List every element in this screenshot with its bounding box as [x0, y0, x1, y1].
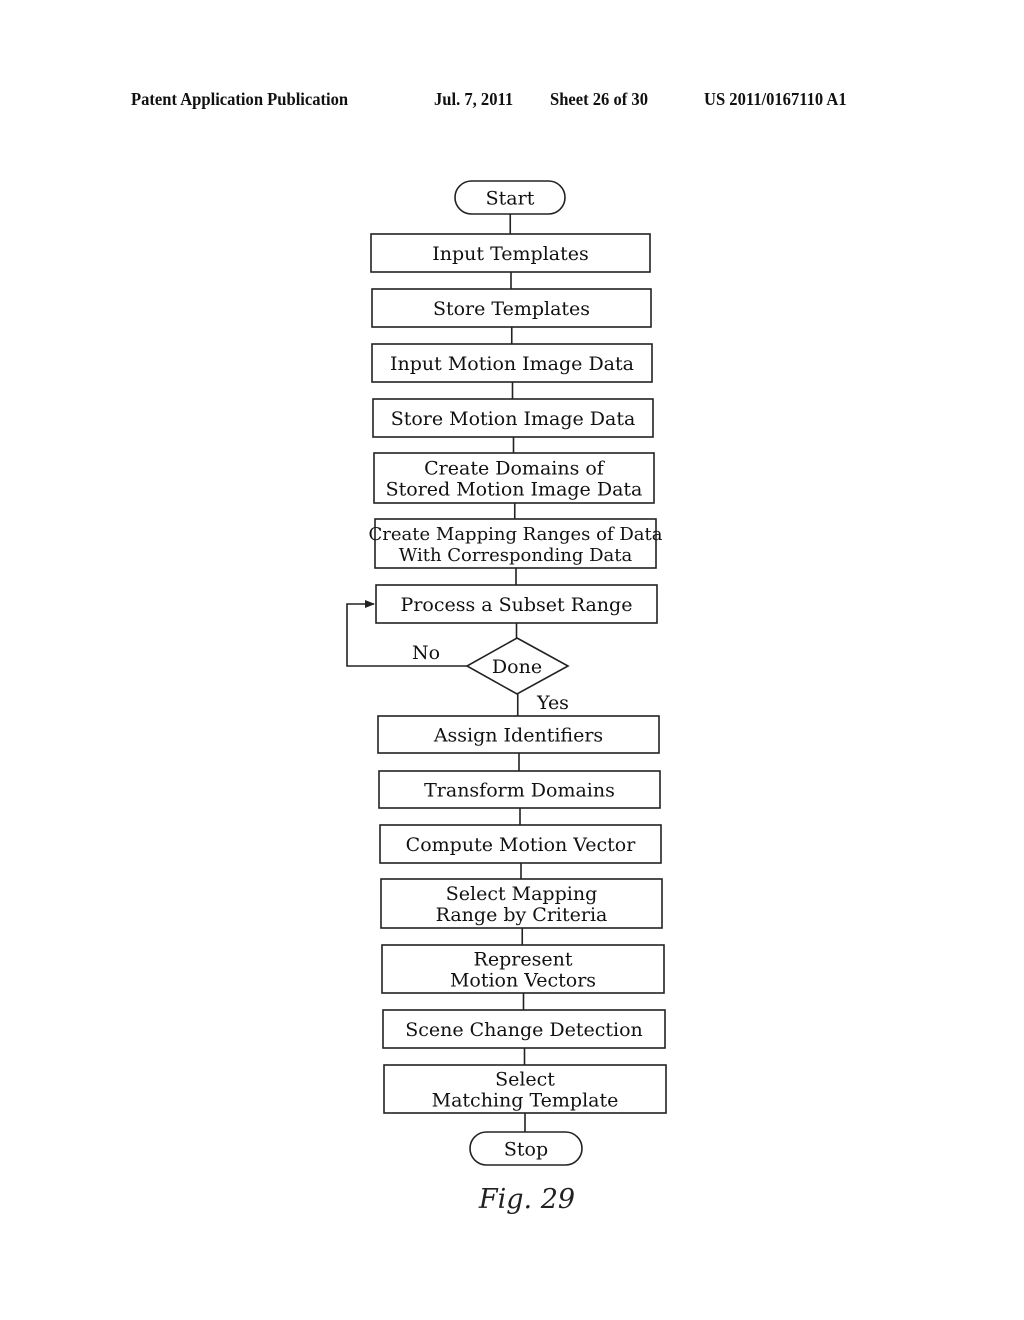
step-create-mapping-ranges-of-data-with-corresponding-data: Create Mapping Ranges of DataWith Corres… [369, 518, 663, 569]
step-label-line: Motion Vectors [450, 970, 596, 992]
step-label-line: Input Templates [432, 243, 588, 265]
step-label-line: With Corresponding Data [399, 545, 633, 566]
step-label-line: Store Motion Image Data [391, 408, 636, 430]
no-label: No [412, 642, 440, 664]
step-label-line: Select Mapping [446, 883, 597, 905]
step-create-domains-of-stored-motion-image-data: Create Domains ofStored Motion Image Dat… [373, 452, 655, 504]
start-terminal-label: Start [486, 188, 535, 210]
step-store-motion-image-data: Store Motion Image Data [372, 398, 654, 438]
step-label-line: Scene Change Detection [405, 1019, 643, 1041]
stop-terminal: Stop [469, 1131, 583, 1166]
step-label-line: Process a Subset Range [401, 594, 633, 616]
step-label-line: Store Templates [433, 298, 590, 320]
step-label-line: Transform Domains [424, 780, 615, 802]
figure-label: Fig. 29 [478, 1184, 575, 1215]
step-select-matching-template: SelectMatching Template [383, 1064, 667, 1114]
flowchart: Start Input Templates Store Templates Input… [346, 180, 667, 1215]
step-scene-change-detection: Scene Change Detection [382, 1009, 666, 1049]
step-label-line: Represent [474, 949, 573, 971]
step-compute-motion-vector: Compute Motion Vector [379, 824, 662, 864]
step-label-line: Create Domains of [424, 458, 606, 480]
step-transform-domains: Transform Domains [378, 770, 661, 809]
step-label-line: Range by Criteria [436, 904, 608, 926]
step-label-line: Assign Identifiers [433, 725, 603, 747]
stop-terminal-label: Stop [504, 1139, 548, 1161]
step-label-line: Select [495, 1069, 555, 1091]
decision-label: Done [492, 656, 542, 678]
step-label-line: Stored Motion Image Data [386, 479, 643, 501]
step-input-motion-image-data: Input Motion Image Data [371, 343, 653, 383]
step-label-line: Compute Motion Vector [406, 834, 637, 856]
step-label-line: Create Mapping Ranges of Data [369, 524, 663, 545]
step-label-line: Input Motion Image Data [390, 353, 634, 375]
step-select-mapping-range-by-criteria: Select MappingRange by Criteria [380, 878, 663, 929]
start-terminal: Start [454, 180, 566, 215]
decision-done: Done [465, 637, 570, 695]
step-represent-motion-vectors: RepresentMotion Vectors [381, 944, 665, 994]
step-input-templates: Input Templates [370, 233, 651, 273]
step-store-templates: Store Templates [371, 288, 652, 328]
step-assign-identifiers: Assign Identifiers [377, 715, 660, 754]
step-process-a-subset-range: Process a Subset Range [375, 584, 658, 624]
yes-label: Yes [536, 692, 569, 714]
step-label-line: Matching Template [432, 1090, 619, 1112]
nodes: Start Input Templates Store Templates Input… [369, 180, 667, 1166]
